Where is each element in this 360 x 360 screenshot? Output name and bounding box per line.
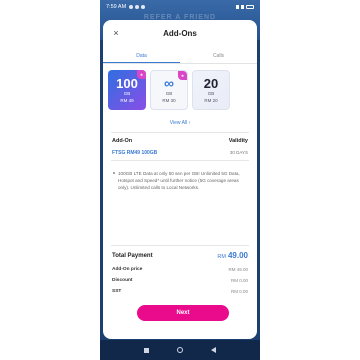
- plan-description: 100GB LTE Data at only 50 sen per GB! Un…: [118, 171, 240, 190]
- plan-size: 100: [116, 76, 138, 91]
- plan-price: RM 49: [120, 98, 134, 103]
- status-time: 7:59 AM: [106, 4, 127, 10]
- notification-icon: [129, 5, 134, 9]
- plan-unit: GB: [123, 91, 131, 96]
- chevron-right-icon: ›: [188, 120, 191, 126]
- divider: [111, 160, 249, 161]
- total-value: RM 49.00: [217, 251, 248, 260]
- validity-value: 30 DAYS: [229, 150, 248, 155]
- divider: [111, 245, 249, 246]
- next-button[interactable]: Next: [137, 305, 229, 321]
- addons-sheet: × Add-Ons Data Calls ★ 100 GB RM 49 ★ ∞ …: [103, 20, 257, 339]
- status-bar: 7:59 AM: [100, 0, 260, 14]
- validity-header: Validity: [228, 138, 248, 144]
- discount-value: RM 0.00: [230, 278, 248, 283]
- view-all-link[interactable]: View All ›: [143, 118, 217, 128]
- signal-icon: [236, 5, 239, 9]
- tab-calls[interactable]: Calls: [180, 50, 257, 63]
- plan-carousel: ★ 100 GB RM 49 ★ ∞ GB RM 30 20 GB RM 20: [108, 70, 257, 112]
- bullet-icon: [113, 172, 115, 174]
- notification-icon: [135, 5, 140, 9]
- phone-screen: REFER A FRIEND 7:59 AM × Add-Ons Data Ca…: [100, 0, 260, 360]
- plan-card-unlimited[interactable]: ★ ∞ GB RM 30: [150, 70, 188, 110]
- sst-row: SST RM 0.00: [112, 289, 248, 294]
- plan-price: RM 20: [204, 98, 218, 103]
- plan-card-20gb[interactable]: 20 GB RM 20: [192, 70, 230, 110]
- tab-data[interactable]: Data: [103, 50, 180, 63]
- battery-icon: [246, 5, 254, 9]
- wifi-icon: [241, 5, 244, 9]
- page-title: Add-Ons: [163, 29, 197, 38]
- details-header: Add-On Validity: [112, 138, 248, 144]
- star-icon: ★: [137, 70, 146, 79]
- total-row: Total Payment RM 49.00: [112, 251, 248, 260]
- star-icon: ★: [178, 71, 187, 80]
- discount-label: Discount: [112, 278, 133, 283]
- sst-value: RM 0.00: [230, 289, 248, 294]
- plan-unit: GB: [165, 91, 173, 96]
- plan-card-100gb[interactable]: ★ 100 GB RM 49: [108, 70, 146, 110]
- tab-bar: Data Calls: [103, 50, 257, 64]
- addon-price-value: RM 49.00: [228, 267, 248, 272]
- sst-label: SST: [112, 289, 122, 294]
- plan-price: RM 30: [162, 98, 176, 103]
- infinity-icon: ∞: [164, 75, 174, 91]
- total-label: Total Payment: [112, 252, 153, 259]
- discount-row: Discount RM 0.00: [112, 278, 248, 283]
- divider: [111, 132, 249, 133]
- plan-unit: GB: [207, 91, 215, 96]
- plan-name: FTSG RM49 100GB: [112, 150, 158, 156]
- home-icon[interactable]: [177, 347, 183, 353]
- addon-price-row: Add-On price RM 49.00: [112, 267, 248, 272]
- addon-price-label: Add-On price: [112, 267, 143, 272]
- addon-header: Add-On: [112, 138, 133, 144]
- notification-icon: [141, 5, 146, 9]
- recents-icon[interactable]: [144, 347, 149, 353]
- details-row: FTSG RM49 100GB 30 DAYS: [112, 150, 248, 156]
- plan-size: 20: [203, 76, 219, 91]
- system-nav-bar: [100, 340, 260, 360]
- back-icon[interactable]: [211, 347, 216, 353]
